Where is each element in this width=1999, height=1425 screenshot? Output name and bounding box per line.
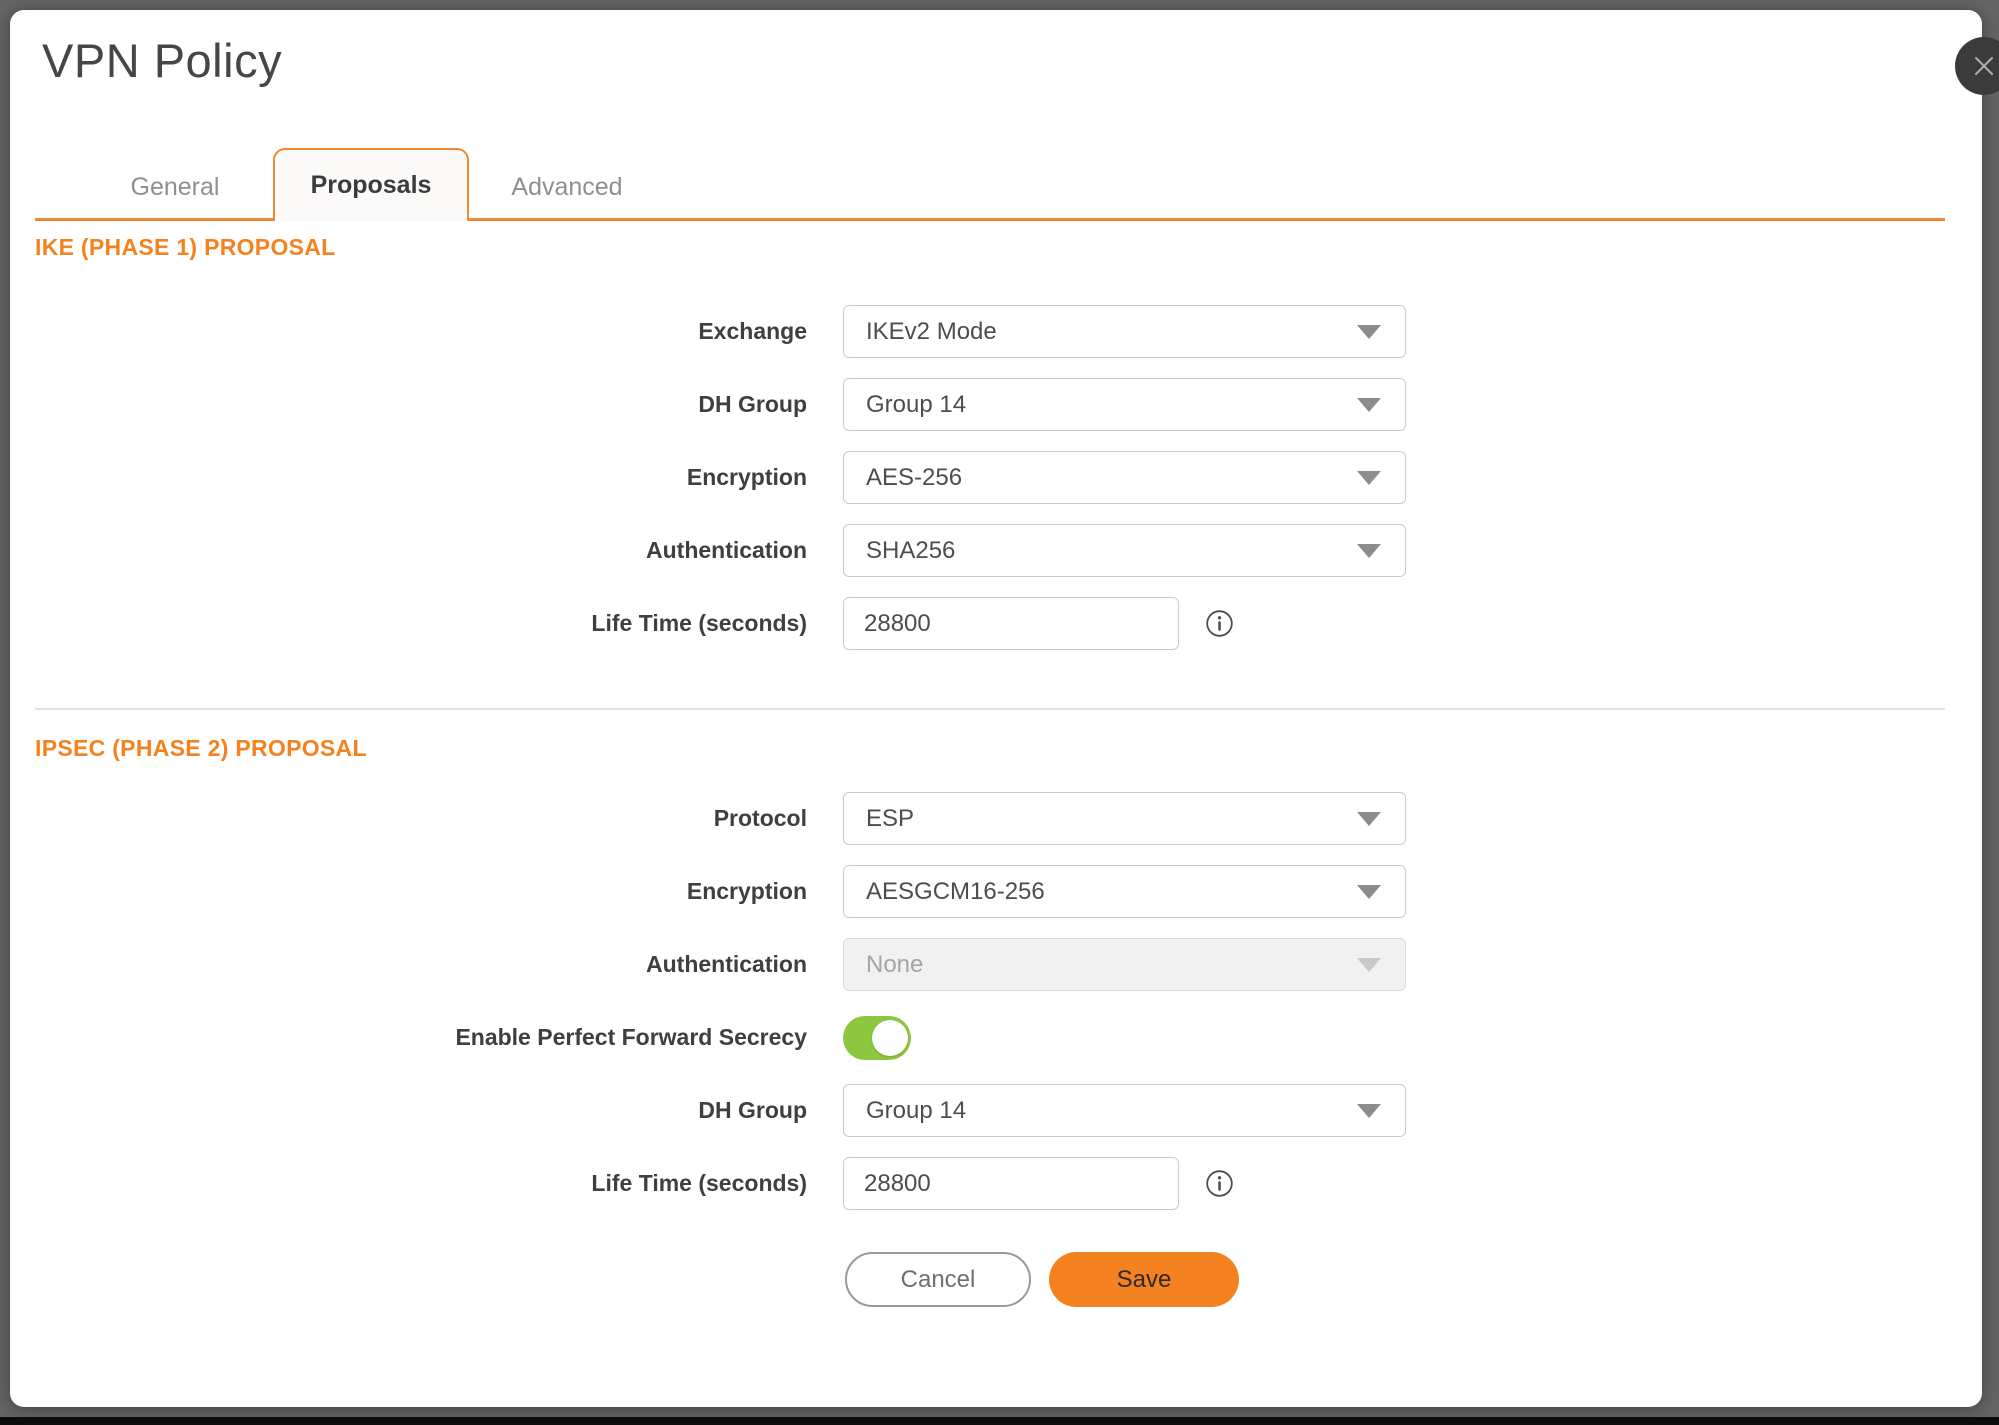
tab-bar: General Proposals Advanced	[35, 145, 1945, 221]
info-icon	[1205, 1169, 1234, 1198]
ipsec-life-time-info[interactable]	[1205, 1169, 1234, 1198]
tab-general[interactable]: General	[77, 156, 273, 218]
ike-encryption-label: Encryption	[35, 464, 807, 491]
chevron-down-icon	[1357, 398, 1381, 412]
field-row-ipsec-authentication: Authentication None	[35, 938, 1945, 991]
section-divider	[35, 708, 1945, 710]
chevron-down-icon	[1357, 958, 1381, 972]
exchange-label: Exchange	[35, 318, 807, 345]
protocol-label: Protocol	[35, 805, 807, 832]
ike-encryption-select-value: AES-256	[866, 464, 962, 492]
chevron-down-icon	[1357, 812, 1381, 826]
ike-life-time-info[interactable]	[1205, 609, 1234, 638]
tab-proposals[interactable]: Proposals	[273, 148, 469, 221]
ike-dh-group-select-value: Group 14	[866, 391, 966, 419]
ipsec-life-time-label: Life Time (seconds)	[35, 1170, 807, 1197]
chevron-down-icon	[1357, 471, 1381, 485]
ike-authentication-select[interactable]: SHA256	[843, 524, 1406, 577]
field-row-ipsec-life-time: Life Time (seconds)	[35, 1157, 1945, 1210]
ipsec-dh-group-select[interactable]: Group 14	[843, 1084, 1406, 1137]
ipsec-dh-group-label: DH Group	[35, 1097, 807, 1124]
chevron-down-icon	[1357, 1104, 1381, 1118]
section-heading-ike-phase1: IKE (PHASE 1) PROPOSAL	[35, 233, 1945, 261]
field-row-ike-dh-group: DH Group Group 14	[35, 378, 1945, 431]
ike-life-time-label: Life Time (seconds)	[35, 610, 807, 637]
ike-encryption-select[interactable]: AES-256	[843, 451, 1406, 504]
field-row-ike-authentication: Authentication SHA256	[35, 524, 1945, 577]
field-row-ipsec-dh-group: DH Group Group 14	[35, 1084, 1945, 1137]
chevron-down-icon	[1357, 325, 1381, 339]
info-icon	[1205, 609, 1234, 638]
ike-dh-group-select[interactable]: Group 14	[843, 378, 1406, 431]
pfs-label: Enable Perfect Forward Secrecy	[35, 1024, 807, 1051]
ipsec-encryption-select-value: AESGCM16-256	[866, 878, 1045, 906]
exchange-select[interactable]: IKEv2 Mode	[843, 305, 1406, 358]
field-row-ike-life-time: Life Time (seconds)	[35, 597, 1945, 650]
screen-bottom-edge	[0, 1417, 1999, 1425]
ike-authentication-select-value: SHA256	[866, 537, 955, 565]
field-row-ipsec-encryption: Encryption AESGCM16-256	[35, 865, 1945, 918]
toggle-knob	[872, 1020, 908, 1056]
field-row-ike-encryption: Encryption AES-256	[35, 451, 1945, 504]
protocol-select-value: ESP	[866, 805, 914, 833]
field-row-pfs-toggle: Enable Perfect Forward Secrecy	[35, 1011, 1945, 1064]
field-row-exchange: Exchange IKEv2 Mode	[35, 305, 1945, 358]
ipsec-encryption-label: Encryption	[35, 878, 807, 905]
save-button[interactable]: Save	[1049, 1252, 1239, 1307]
proposals-tab-content: IKE (PHASE 1) PROPOSAL Exchange IKEv2 Mo…	[10, 233, 1982, 1307]
vpn-policy-dialog: VPN Policy General Proposals Advanced IK…	[10, 10, 1982, 1407]
ike-dh-group-label: DH Group	[35, 391, 807, 418]
section-heading-ipsec-phase2: IPSEC (PHASE 2) PROPOSAL	[35, 734, 1945, 762]
chevron-down-icon	[1357, 885, 1381, 899]
ipsec-authentication-select-disabled: None	[843, 938, 1406, 991]
pfs-toggle-on[interactable]	[843, 1016, 911, 1060]
ipsec-encryption-select[interactable]: AESGCM16-256	[843, 865, 1406, 918]
page-title: VPN Policy	[42, 32, 1982, 90]
ipsec-authentication-select-value: None	[866, 951, 923, 979]
ipsec-life-time-input[interactable]	[843, 1157, 1179, 1210]
field-row-protocol: Protocol ESP	[35, 792, 1945, 845]
cancel-button[interactable]: Cancel	[845, 1252, 1031, 1307]
close-icon	[1971, 53, 1997, 79]
dialog-footer: Cancel Save	[845, 1252, 1945, 1307]
ike-life-time-input[interactable]	[843, 597, 1179, 650]
exchange-select-value: IKEv2 Mode	[866, 318, 997, 346]
ipsec-authentication-label: Authentication	[35, 951, 807, 978]
chevron-down-icon	[1357, 544, 1381, 558]
ike-authentication-label: Authentication	[35, 537, 807, 564]
tab-advanced[interactable]: Advanced	[469, 156, 665, 218]
ipsec-dh-group-select-value: Group 14	[866, 1097, 966, 1125]
protocol-select[interactable]: ESP	[843, 792, 1406, 845]
